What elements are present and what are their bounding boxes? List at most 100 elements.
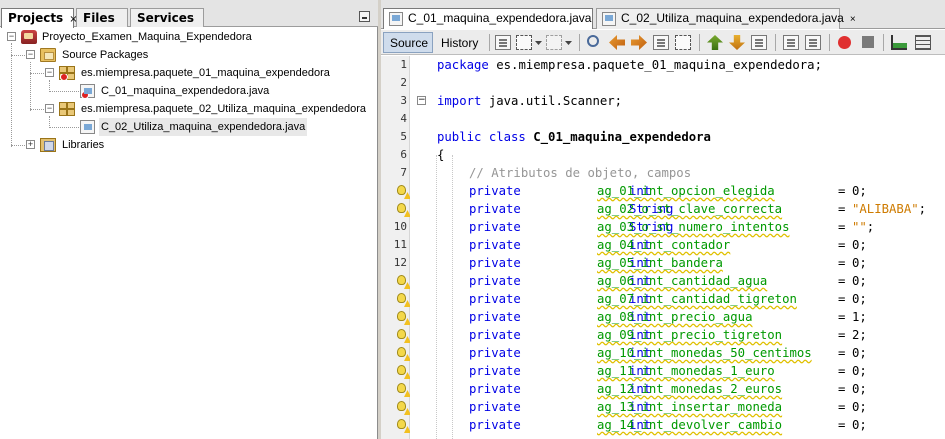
toggle-selection-icon[interactable] bbox=[675, 35, 691, 50]
bulb-icon bbox=[397, 329, 406, 339]
modifier-keyword: private bbox=[469, 256, 521, 270]
code-line-field: private int ag_13_int_insertar_moneda = 0; bbox=[434, 398, 945, 416]
hint-bulb-icon[interactable] bbox=[397, 203, 411, 217]
tree-line bbox=[30, 109, 44, 110]
semicolon: ; bbox=[859, 382, 867, 396]
collapse-icon[interactable]: − bbox=[7, 32, 16, 41]
tab-services-label: Services bbox=[137, 11, 195, 25]
tree-line bbox=[30, 62, 31, 111]
code-line-field: private int ag_07_int_cantidad_tigreton = 0; bbox=[434, 290, 945, 308]
editor-tabs: C_01_maquina_expendedora.java× C_02_Util… bbox=[381, 0, 945, 29]
toggle-bookmark-icon[interactable] bbox=[751, 35, 767, 50]
line-number: 5 bbox=[400, 130, 407, 143]
error-badge-icon bbox=[60, 73, 68, 81]
modifier-keyword: private bbox=[469, 400, 521, 414]
fold-icon[interactable]: − bbox=[417, 96, 426, 105]
semicolon: ; bbox=[859, 364, 867, 378]
hint-bulb-icon[interactable] bbox=[397, 347, 411, 361]
fold-column: − bbox=[410, 56, 434, 439]
package-icon bbox=[59, 66, 75, 81]
bulb-icon bbox=[397, 293, 406, 303]
minimize-icon[interactable] bbox=[359, 11, 370, 22]
code-line-3: import java.util.Scanner; bbox=[437, 92, 622, 110]
collapse-icon[interactable]: − bbox=[26, 50, 35, 59]
tab-projects[interactable]: Projects × bbox=[1, 8, 78, 28]
hint-bulb-icon[interactable] bbox=[397, 311, 411, 325]
hint-bulb-icon[interactable] bbox=[397, 293, 411, 307]
search-icon[interactable] bbox=[587, 35, 599, 47]
line-number: 7 bbox=[400, 166, 407, 179]
forward-icon[interactable] bbox=[546, 35, 562, 50]
hint-bulb-icon[interactable] bbox=[397, 365, 411, 379]
shift-right-icon[interactable] bbox=[805, 35, 821, 50]
semicolon: ; bbox=[859, 418, 867, 432]
field-value: 0 bbox=[852, 238, 860, 252]
assign-operator: = bbox=[838, 274, 846, 288]
uncomment-icon[interactable] bbox=[915, 35, 931, 50]
find-next-icon[interactable] bbox=[631, 35, 647, 50]
bulb-icon bbox=[397, 383, 406, 393]
code-line-field: private int ag_09_int_precio_tigreton = 2; bbox=[434, 326, 945, 344]
code-text: { bbox=[437, 148, 445, 162]
toggle-highlight-icon[interactable] bbox=[653, 35, 669, 50]
code-line-field: private String ag_03_o_st_numero_intentos =… bbox=[434, 218, 945, 236]
modifier-keyword: private bbox=[469, 364, 521, 378]
left-panel-tabs: Projects × Files Services bbox=[0, 0, 378, 28]
bulb-icon bbox=[397, 275, 406, 285]
semicolon: ; bbox=[859, 184, 867, 198]
close-icon[interactable]: × bbox=[850, 14, 856, 25]
field-name: ag_03_o_st_numero_intentos bbox=[597, 220, 790, 234]
collapse-icon[interactable]: − bbox=[45, 68, 54, 77]
tab-services[interactable]: Services bbox=[130, 8, 204, 27]
history-button[interactable]: History bbox=[434, 32, 484, 53]
folder-icon bbox=[40, 48, 56, 62]
assign-operator: = bbox=[838, 364, 846, 378]
semicolon: ; bbox=[859, 328, 867, 342]
expand-icon[interactable]: + bbox=[26, 140, 35, 149]
hint-bulb-icon[interactable] bbox=[397, 401, 411, 415]
keyword: package bbox=[437, 58, 489, 72]
toolbar-separator bbox=[829, 34, 830, 51]
tree-line bbox=[49, 127, 79, 128]
previous-bookmark-icon[interactable] bbox=[707, 35, 723, 50]
line-number: 3 bbox=[400, 94, 407, 107]
hint-bulb-icon[interactable] bbox=[397, 275, 411, 289]
line-number-gutter: 1 2 3 4 5 6 7 10 11 12 bbox=[381, 56, 411, 439]
code-area[interactable]: package es.miempresa.paquete_01_maquina_… bbox=[434, 56, 945, 439]
hint-bulb-icon[interactable] bbox=[397, 383, 411, 397]
field-name: ag_04_int_contador bbox=[597, 238, 731, 252]
assign-operator: = bbox=[838, 202, 846, 216]
editor-tab-file-2[interactable]: C_02_Utiliza_maquina_expendedora.java × bbox=[596, 8, 856, 29]
source-button[interactable]: Source bbox=[383, 32, 433, 53]
hint-bulb-icon[interactable] bbox=[397, 329, 411, 343]
keyword: public class bbox=[437, 130, 526, 144]
comment-icon[interactable] bbox=[891, 35, 907, 50]
hint-bulb-icon[interactable] bbox=[397, 419, 411, 433]
field-name: ag_05_int_bandera bbox=[597, 256, 723, 270]
modifier-keyword: private bbox=[469, 202, 521, 216]
back-icon[interactable] bbox=[516, 35, 532, 50]
line-number: 4 bbox=[400, 112, 407, 125]
code-line-field: private int ag_05_int_bandera = 0; bbox=[434, 254, 945, 272]
last-edit-icon[interactable] bbox=[495, 35, 511, 50]
find-previous-icon[interactable] bbox=[609, 35, 625, 50]
tab-files[interactable]: Files bbox=[76, 8, 128, 27]
package-2-label: es.miempresa.paquete_02_Utiliza_maquina_… bbox=[81, 103, 366, 115]
collapse-icon[interactable]: − bbox=[45, 104, 54, 113]
chevron-down-icon[interactable] bbox=[535, 41, 542, 45]
record-macro-icon[interactable] bbox=[838, 36, 851, 49]
stop-macro-icon[interactable] bbox=[862, 36, 874, 48]
tab-files-label: Files bbox=[83, 11, 115, 25]
hint-bulb-icon[interactable] bbox=[397, 185, 411, 199]
next-bookmark-icon[interactable] bbox=[729, 35, 745, 50]
tree-line bbox=[49, 91, 79, 92]
chevron-down-icon[interactable] bbox=[565, 41, 572, 45]
error-badge-icon bbox=[81, 91, 89, 99]
editor-tab-file-1[interactable]: C_01_maquina_expendedora.java× bbox=[383, 8, 603, 29]
modifier-keyword: private bbox=[469, 238, 521, 252]
tab-projects-label: Projects bbox=[8, 11, 64, 25]
code-editor[interactable]: 1 2 3 4 5 6 7 10 11 12 − package es.miempresa.paq… bbox=[381, 56, 945, 439]
shift-left-icon[interactable] bbox=[783, 35, 799, 50]
toolbar-separator bbox=[699, 34, 700, 51]
field-name: ag_07_int_cantidad_tigreton bbox=[597, 292, 797, 306]
